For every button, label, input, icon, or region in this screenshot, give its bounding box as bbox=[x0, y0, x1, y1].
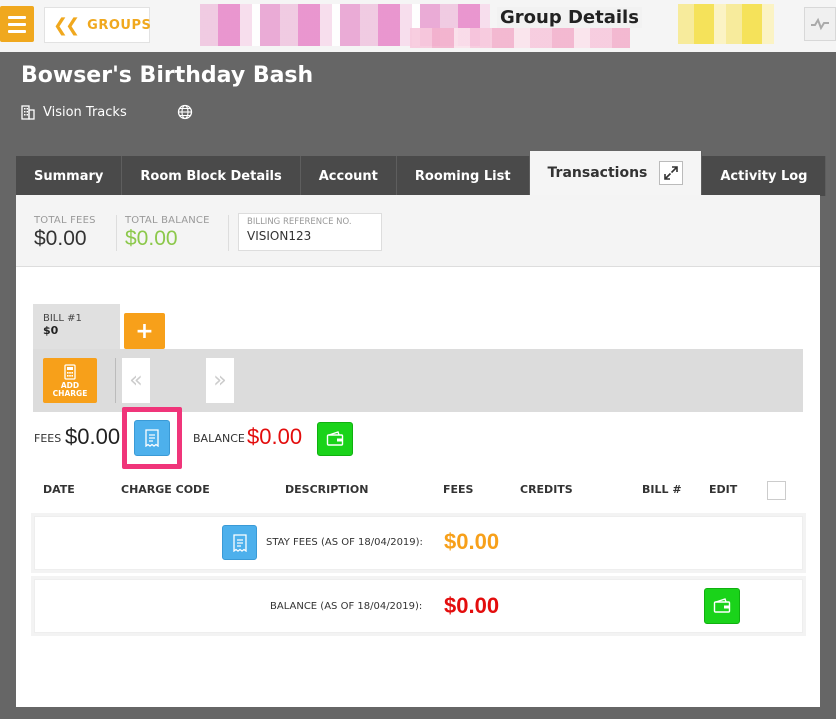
bill-toolbar: ADD CHARGE « » bbox=[33, 349, 803, 412]
redacted-area bbox=[410, 28, 630, 48]
payment-button[interactable] bbox=[317, 422, 353, 456]
stay-fees-label: STAY FEES (AS OF 18/04/2019): bbox=[266, 537, 423, 548]
stay-fees-invoice-button[interactable] bbox=[222, 525, 257, 560]
double-chevron-left-icon: ❮❮ bbox=[53, 14, 80, 36]
previous-bill-button[interactable]: « bbox=[122, 358, 150, 403]
balance-payment-button[interactable] bbox=[704, 588, 740, 624]
transactions-panel: TOTAL FEES $0.00 TOTAL BALANCE $0.00 BIL… bbox=[16, 195, 820, 707]
plus-icon: + bbox=[135, 318, 154, 344]
globe-icon[interactable] bbox=[177, 104, 193, 120]
totals-strip: TOTAL FEES $0.00 TOTAL BALANCE $0.00 BIL… bbox=[16, 195, 820, 267]
tab-account[interactable]: Account bbox=[300, 156, 397, 196]
receipt-icon bbox=[145, 429, 159, 447]
pulse-icon bbox=[811, 17, 829, 31]
calculator-icon bbox=[64, 363, 76, 380]
divider bbox=[115, 358, 116, 403]
select-all-checkbox[interactable] bbox=[767, 481, 786, 500]
building-icon bbox=[21, 105, 35, 120]
column-header-charge-code[interactable]: CHARGE CODE bbox=[121, 483, 210, 496]
next-bill-button[interactable]: » bbox=[206, 358, 234, 403]
redacted-area bbox=[678, 4, 774, 44]
receipt-icon bbox=[232, 533, 247, 552]
column-header-edit[interactable]: EDIT bbox=[709, 483, 737, 496]
tab-transactions[interactable]: Transactions bbox=[529, 151, 703, 195]
property-name: Vision Tracks bbox=[43, 104, 127, 120]
total-fees: TOTAL FEES $0.00 bbox=[34, 215, 96, 250]
hamburger-menu-button[interactable] bbox=[0, 6, 34, 42]
invoice-button[interactable] bbox=[134, 420, 170, 456]
column-header-fees[interactable]: FEES bbox=[443, 483, 473, 496]
balance-row-label: BALANCE (AS OF 18/04/2019): bbox=[270, 601, 423, 612]
wallet-icon bbox=[326, 431, 344, 446]
table-row: STAY FEES (AS OF 18/04/2019): $0.00 bbox=[34, 516, 803, 570]
column-header-date[interactable]: DATE bbox=[43, 483, 75, 496]
back-to-groups-button[interactable]: ❮❮ GROUPS bbox=[44, 7, 152, 43]
page-title: Group Details bbox=[497, 7, 642, 28]
top-bar: ❮❮ GROUPS Group Details bbox=[0, 0, 836, 52]
bill-balance-value: $0.00 bbox=[247, 424, 303, 449]
column-header-credits[interactable]: CREDITS bbox=[520, 483, 573, 496]
bill-tab-1[interactable]: BILL #1 $0 bbox=[33, 304, 120, 349]
add-bill-button[interactable]: + bbox=[124, 313, 165, 349]
expand-icon[interactable] bbox=[659, 161, 684, 185]
table-row: BALANCE (AS OF 18/04/2019): $0.00 bbox=[34, 579, 803, 633]
double-chevron-right-icon: » bbox=[213, 368, 227, 393]
bill-balance-label: BALANCE bbox=[193, 432, 245, 445]
stay-fees-amount: $0.00 bbox=[444, 529, 500, 554]
tab-activity-log[interactable]: Activity Log bbox=[702, 156, 827, 196]
group-name: Bowser's Birthday Bash bbox=[21, 63, 314, 88]
back-button-label: GROUPS bbox=[87, 17, 152, 33]
group-meta: Vision Tracks bbox=[21, 104, 193, 120]
column-header-bill-number[interactable]: BILL # bbox=[642, 483, 682, 496]
add-charge-button[interactable]: ADD CHARGE bbox=[43, 358, 97, 403]
tab-rooming-list[interactable]: Rooming List bbox=[396, 156, 530, 196]
menu-icon bbox=[8, 15, 26, 19]
double-chevron-left-icon: « bbox=[129, 368, 143, 393]
tab-room-block-details[interactable]: Room Block Details bbox=[122, 156, 301, 196]
wallet-icon bbox=[713, 598, 731, 613]
divider bbox=[228, 215, 229, 251]
divider bbox=[116, 215, 117, 251]
total-balance: TOTAL BALANCE $0.00 bbox=[125, 215, 210, 250]
balance-row-amount: $0.00 bbox=[444, 593, 500, 618]
activity-button[interactable] bbox=[804, 7, 836, 41]
tab-summary[interactable]: Summary bbox=[16, 156, 123, 196]
tab-bar: Summary Room Block Details Account Roomi… bbox=[16, 151, 827, 196]
column-header-description[interactable]: DESCRIPTION bbox=[285, 483, 368, 496]
billing-reference-field[interactable]: BILLING REFERENCE NO. VISION123 bbox=[238, 213, 382, 251]
